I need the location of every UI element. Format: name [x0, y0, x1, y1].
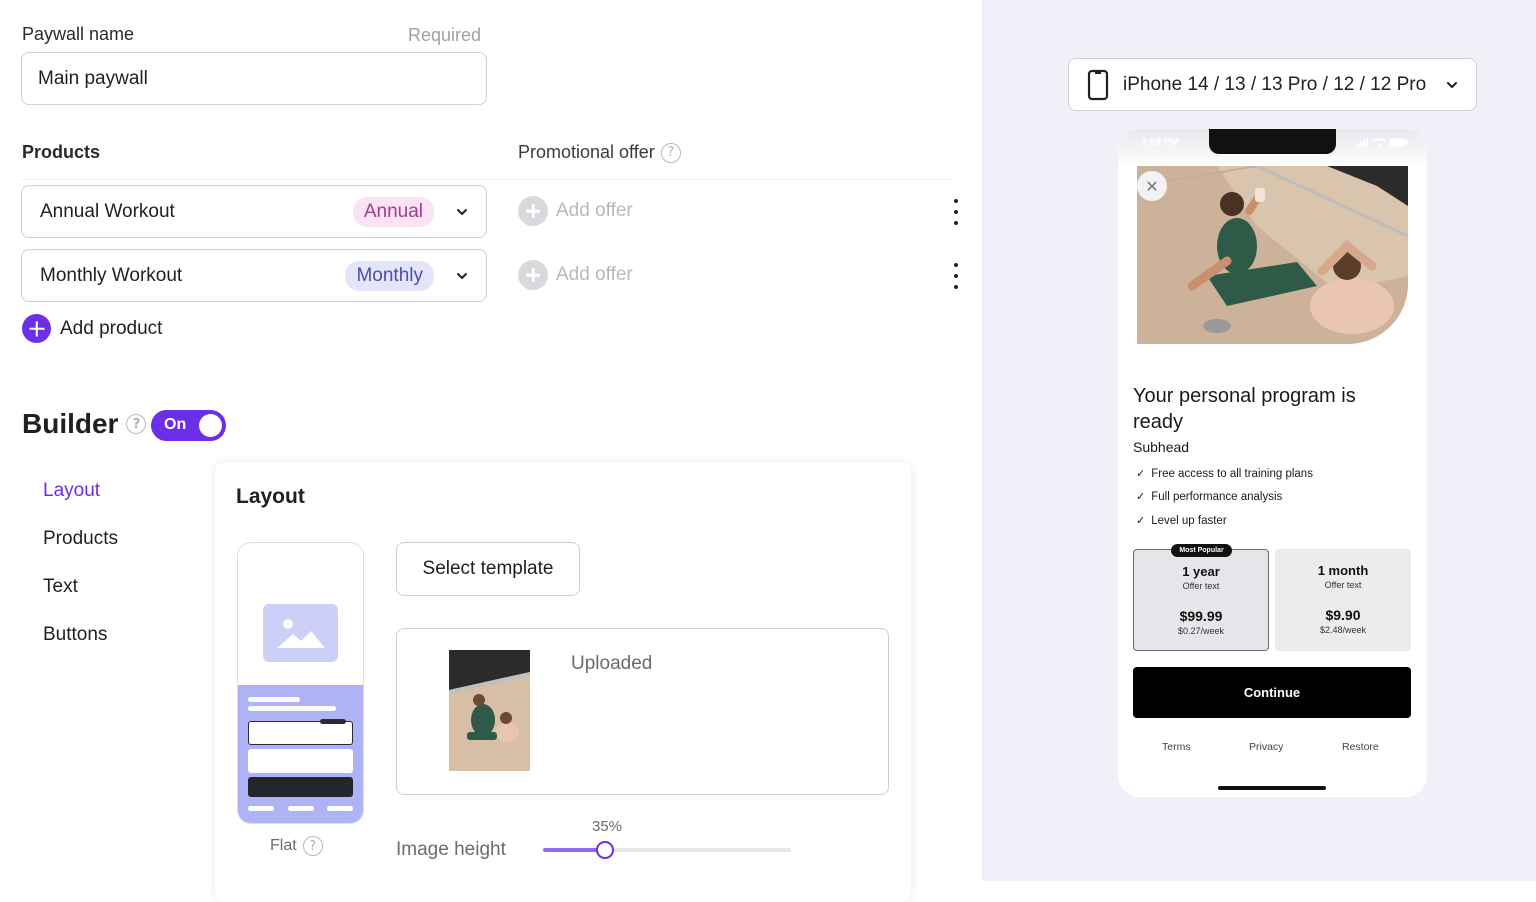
- plus-circle-icon: [22, 314, 51, 343]
- image-placeholder-icon: [263, 604, 338, 662]
- close-icon[interactable]: ✕: [1137, 171, 1167, 201]
- phone-preview: 3:59 PM ✕ Your personal program is ready…: [1118, 129, 1427, 797]
- product-type-badge: Annual: [352, 196, 434, 227]
- add-offer-button-monthly[interactable]: Add offer: [518, 260, 633, 290]
- product-name: Monthly Workout: [40, 264, 183, 286]
- home-indicator: [1218, 786, 1326, 790]
- help-icon[interactable]: ?: [302, 836, 323, 856]
- builder-heading: Builder ?: [22, 408, 147, 440]
- divider: [22, 179, 952, 180]
- chevron-down-icon: [1447, 81, 1457, 88]
- plan-price: $99.99: [1179, 608, 1223, 624]
- preview-panel: iPhone 14 / 13 / 13 Pro / 12 / 12 Pro 3:…: [982, 0, 1536, 881]
- paywall-name-input[interactable]: [21, 52, 487, 105]
- toggle-knob: [199, 414, 222, 437]
- layout-option-label: Flat ?: [270, 836, 323, 856]
- continue-button[interactable]: Continue: [1133, 667, 1411, 718]
- paywall-title: Your personal program is ready: [1133, 385, 1356, 433]
- more-options-monthly[interactable]: [946, 260, 966, 292]
- plus-circle-icon: [518, 260, 548, 290]
- chevron-down-icon: [457, 272, 467, 279]
- product-select-annual[interactable]: Annual Workout Annual: [21, 185, 487, 238]
- plan-per-week: $2.48/week: [1319, 625, 1367, 635]
- products-heading: Products: [22, 142, 101, 162]
- uploaded-image-thumbnail: [449, 650, 530, 771]
- paywall-subhead: Subhead: [1133, 439, 1190, 455]
- layout-panel-title: Layout: [236, 485, 305, 508]
- plan-card-yearly[interactable]: Most Popular 1 year Offer text $99.99 $0…: [1133, 544, 1269, 651]
- required-label: Required: [408, 25, 482, 45]
- upload-status: Uploaded: [571, 653, 653, 674]
- select-template-button[interactable]: Select template: [396, 542, 580, 596]
- phone-notch: [1209, 129, 1336, 154]
- add-offer-label: Add offer: [556, 264, 633, 285]
- builder-title: Builder: [22, 408, 119, 439]
- plan-offer-text: Offer text: [1182, 581, 1220, 591]
- check-icon: ✓: [1136, 467, 1146, 480]
- toggle-label: On: [164, 416, 187, 433]
- nav-item-text[interactable]: Text: [43, 576, 118, 624]
- product-name: Annual Workout: [40, 200, 175, 222]
- help-icon[interactable]: ?: [126, 414, 147, 434]
- layout-option-flat[interactable]: [237, 542, 364, 824]
- promotional-offer-heading: Promotional offer ?: [518, 142, 681, 163]
- product-type-badge: Monthly: [345, 260, 434, 291]
- add-product-label: Add product: [60, 317, 163, 339]
- nav-item-products[interactable]: Products: [43, 528, 118, 576]
- plan-price: $9.90: [1325, 607, 1361, 623]
- add-product-button[interactable]: Add product: [22, 314, 162, 343]
- image-height-value: 35%: [592, 818, 623, 835]
- kebab-menu-icon: [954, 263, 958, 267]
- builder-toggle[interactable]: On: [151, 410, 226, 441]
- hero-image: [1137, 166, 1408, 344]
- more-options-annual[interactable]: [946, 196, 966, 228]
- layout-panel: Layout Flat ? Select template Uploaded I…: [215, 462, 911, 902]
- terms-link[interactable]: Terms: [1162, 741, 1191, 753]
- feature-item: ✓ Full performance analysis: [1136, 490, 1283, 503]
- device-select-value: iPhone 14 / 13 / 13 Pro / 12 / 12 Pro: [1123, 73, 1427, 95]
- help-icon[interactable]: ?: [660, 142, 681, 163]
- plan-offer-text: Offer text: [1324, 580, 1362, 590]
- status-bar: 3:59 PM: [1118, 129, 1427, 167]
- builder-nav: Layout Products Text Buttons: [43, 480, 118, 672]
- plan-name: 1 month: [1317, 563, 1369, 578]
- check-icon: ✓: [1136, 514, 1146, 527]
- paywall-name-label: Paywall name: [22, 24, 135, 44]
- kebab-menu-icon: [954, 199, 958, 203]
- plan-per-week: $0.27/week: [1177, 626, 1225, 636]
- image-height-slider[interactable]: [543, 841, 791, 859]
- chevron-down-icon: [457, 208, 467, 215]
- privacy-link[interactable]: Privacy: [1249, 741, 1283, 753]
- most-popular-badge: Most Popular: [1171, 544, 1232, 557]
- nav-item-buttons[interactable]: Buttons: [43, 624, 118, 672]
- nav-item-layout[interactable]: Layout: [43, 480, 118, 528]
- device-select[interactable]: iPhone 14 / 13 / 13 Pro / 12 / 12 Pro: [1068, 58, 1477, 111]
- product-select-monthly[interactable]: Monthly Workout Monthly: [21, 249, 487, 302]
- restore-link[interactable]: Restore: [1342, 741, 1379, 753]
- feature-item: ✓ Free access to all training plans: [1136, 467, 1313, 480]
- feature-item: ✓ Level up faster: [1136, 514, 1227, 527]
- check-icon: ✓: [1136, 490, 1146, 503]
- add-offer-label: Add offer: [556, 200, 633, 221]
- image-height-label: Image height: [396, 839, 506, 860]
- promotional-offer-label: Promotional offer: [518, 142, 655, 162]
- plan-name: 1 year: [1182, 564, 1220, 579]
- plus-circle-icon: [518, 196, 548, 226]
- add-offer-button-annual[interactable]: Add offer: [518, 196, 633, 226]
- slider-handle[interactable]: [596, 841, 614, 859]
- status-icons: [1357, 138, 1408, 147]
- phone-outline-icon: [1087, 69, 1109, 100]
- status-time: 3:59 PM: [1141, 137, 1179, 148]
- editor-panel: Paywall name Required Products Promotion…: [0, 0, 982, 902]
- image-upload-area[interactable]: Uploaded: [396, 628, 889, 795]
- plan-card-monthly[interactable]: 1 month Offer text $9.90 $2.48/week: [1275, 549, 1411, 651]
